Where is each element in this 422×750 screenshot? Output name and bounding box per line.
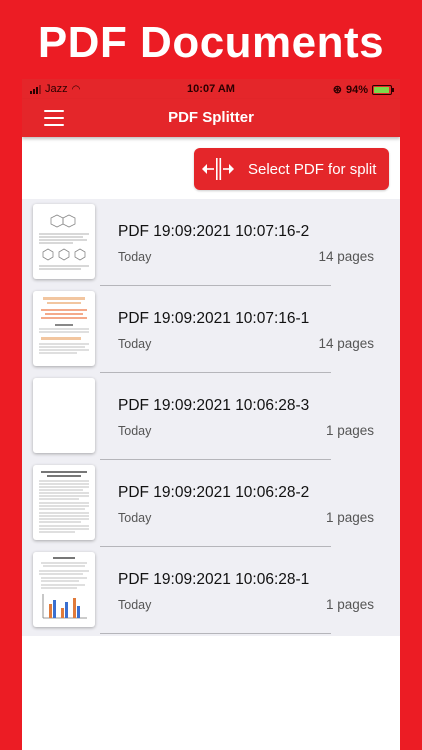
pdf-page-count: 1 pages: [325, 597, 374, 612]
pdf-thumbnail: [33, 204, 95, 279]
pdf-name: PDF 19:09:2021 10:06:28-2: [118, 484, 310, 501]
pdf-page-count: 1 pages: [325, 423, 374, 438]
pdf-name: PDF 19:09:2021 10:07:16-2: [118, 223, 310, 240]
pdf-page-count: 14 pages: [318, 336, 374, 351]
pdf-name: PDF 19:09:2021 10:06:28-3: [118, 397, 310, 414]
pdf-thumbnail: [33, 465, 95, 540]
pdf-page-count: 14 pages: [318, 249, 374, 264]
split-button-label: Select PDF for split: [248, 160, 377, 178]
list-item[interactable]: PDF 19:09:2021 10:07:16-2 Today 14 pages: [22, 199, 400, 286]
battery-icon: [372, 84, 394, 95]
status-bar: Jazz ◠ 10:07 AM ⊛ 94%: [22, 79, 400, 99]
row-divider: [100, 633, 331, 634]
battery-percent: 94%: [345, 83, 368, 96]
pdf-thumbnail: [33, 552, 95, 627]
select-pdf-for-split-button[interactable]: Select PDF for split: [194, 148, 389, 190]
pdf-date: Today: [118, 337, 152, 351]
pdf-date: Today: [118, 598, 152, 612]
pdf-date: Today: [118, 250, 152, 264]
split-icon: [202, 158, 234, 180]
pdf-thumbnail: [33, 291, 95, 366]
lock-rotation-icon: ⊛: [332, 84, 342, 96]
promo-title: PDF Documents: [37, 18, 385, 67]
navbar: PDF Splitter: [22, 99, 400, 137]
pdf-page-count: 1 pages: [325, 510, 374, 525]
pdf-list: PDF 19:09:2021 10:07:16-2 Today 14 pages: [22, 199, 400, 636]
pdf-thumbnail: [33, 378, 95, 453]
pdf-date: Today: [118, 511, 152, 525]
pdf-name: PDF 19:09:2021 10:07:16-1: [118, 310, 310, 327]
pdf-name: PDF 19:09:2021 10:06:28-1: [118, 571, 310, 588]
pdf-date: Today: [118, 424, 152, 438]
list-item[interactable]: PDF 19:09:2021 10:06:28-2 Today 1 pages: [22, 460, 400, 547]
page-title: PDF Splitter: [168, 109, 254, 126]
list-item[interactable]: PDF 19:09:2021 10:07:16-1 Today 14 pages: [22, 286, 400, 373]
phone-screen: Jazz ◠ 10:07 AM ⊛ 94% PDF Splitter Selec…: [22, 79, 400, 750]
list-item[interactable]: PDF 19:09:2021 10:06:28-1 Today 1 pages: [22, 547, 400, 634]
list-item[interactable]: PDF 19:09:2021 10:06:28-3 Today 1 pages: [22, 373, 400, 460]
